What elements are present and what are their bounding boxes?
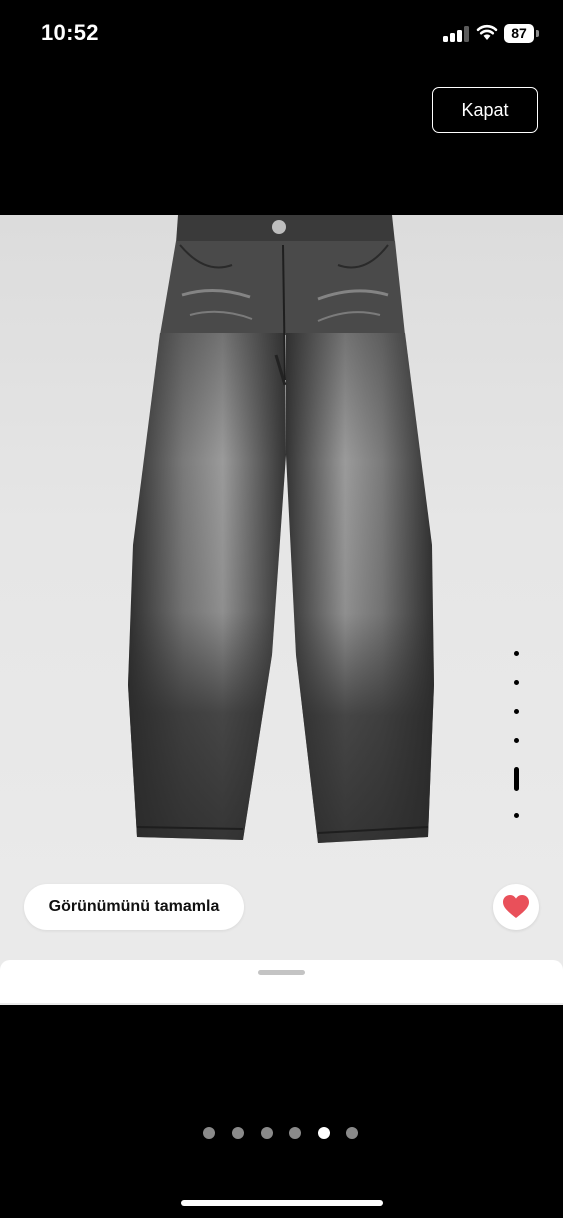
page-dot[interactable] <box>203 1127 215 1139</box>
pager-dot[interactable] <box>514 738 519 743</box>
page-dot[interactable] <box>261 1127 273 1139</box>
close-button[interactable]: Kapat <box>432 87 538 133</box>
pager-dot[interactable] <box>514 709 519 714</box>
pager-dot[interactable] <box>514 813 519 818</box>
sheet-handle[interactable] <box>258 970 305 975</box>
wifi-icon <box>476 23 498 41</box>
page-dot[interactable] <box>289 1127 301 1139</box>
status-time: 10:52 <box>41 20 99 45</box>
pager-dot[interactable] <box>514 680 519 685</box>
heart-icon <box>503 895 529 918</box>
bottom-sheet[interactable] <box>0 960 563 1003</box>
page-dot[interactable] <box>232 1127 244 1139</box>
favorite-button[interactable] <box>493 884 539 930</box>
signal-icon <box>443 26 469 42</box>
page-dot-active[interactable] <box>318 1127 330 1139</box>
status-bar: 10:52 87 <box>0 0 563 70</box>
pager-dot-active[interactable] <box>514 767 519 791</box>
home-indicator[interactable] <box>181 1200 383 1206</box>
page-dot[interactable] <box>346 1127 358 1139</box>
battery-icon: 87 <box>504 24 534 43</box>
image-page-indicator[interactable] <box>203 1127 363 1141</box>
image-pager-vertical[interactable] <box>510 651 524 831</box>
complete-look-button[interactable]: Görünümünü tamamla <box>24 884 244 930</box>
pager-dot[interactable] <box>514 651 519 656</box>
battery-nub <box>536 30 539 37</box>
